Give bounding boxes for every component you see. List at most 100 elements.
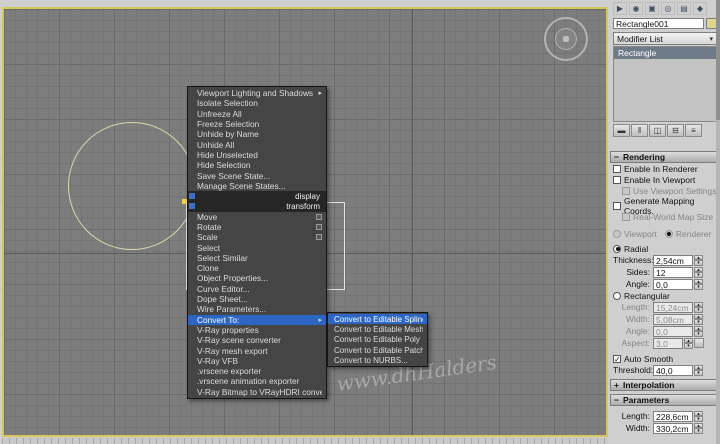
menu-item-curve-editor[interactable]: Curve Editor... (188, 284, 326, 294)
pin-stack-icon[interactable]: ▬ (613, 124, 630, 137)
menu-item-label: Convert to Editable Mesh (334, 325, 423, 334)
show-end-result-icon[interactable]: ‖ (631, 124, 648, 137)
viewport-radio-icon[interactable] (613, 230, 621, 238)
sides-field[interactable]: 12 (653, 267, 693, 278)
angle-field[interactable]: 0,0 (653, 279, 693, 290)
submenu-item-editable-mesh[interactable]: Convert to Editable Mesh (328, 324, 427, 334)
rotate-settings-icon[interactable] (316, 224, 322, 230)
menu-item-select-similar[interactable]: Select Similar (188, 253, 326, 263)
generate-mapping-coords-checkbox[interactable]: Generate Mapping Coords. (610, 200, 720, 211)
interpolation-rollout-header[interactable]: + Interpolation (610, 379, 720, 391)
field-label: Width: (613, 423, 653, 433)
auto-smooth-checkbox[interactable]: Auto Smooth (610, 353, 720, 364)
threshold-field[interactable]: 40,0 (653, 365, 693, 376)
spinner-down-icon[interactable]: ▾ (694, 260, 703, 266)
radio-label: Radial (624, 244, 648, 254)
create-tab-icon[interactable]: ▶ (613, 2, 627, 15)
thickness-field[interactable]: 2,54cm (653, 255, 693, 266)
menu-item-wire-parameters[interactable]: Wire Parameters... (188, 304, 326, 314)
make-unique-icon[interactable]: ◫ (649, 124, 666, 137)
checkbox-icon (613, 355, 621, 363)
motion-tab-icon[interactable]: ◎ (661, 2, 675, 15)
menu-item-vray-mesh-export[interactable]: V-Ray mesh export (188, 345, 326, 355)
menu-item-vray-properties[interactable]: V-Ray properties (188, 325, 326, 335)
configure-modifier-sets-icon[interactable]: ≡ (685, 124, 702, 137)
track-bar[interactable] (2, 438, 608, 444)
chevron-down-icon: ▾ (709, 35, 713, 43)
spinner-down-icon: ▾ (694, 307, 703, 313)
scale-settings-icon[interactable] (316, 234, 322, 240)
parameters-rollout-header[interactable]: − Parameters (610, 394, 720, 406)
spinner-arrows[interactable]: ▴▾ (694, 411, 703, 422)
menu-item-select[interactable]: Select (188, 242, 326, 252)
display-tab-icon[interactable]: ▤ (677, 2, 691, 15)
menu-item-unhide-by-name[interactable]: Unhide by Name (188, 129, 326, 139)
menu-item-vray-vfb[interactable]: V-Ray VFB (188, 356, 326, 366)
menu-item-convert-to[interactable]: Convert To: ▸ (188, 315, 326, 325)
spinner-down-icon[interactable]: ▾ (694, 370, 703, 376)
spinner-down-icon[interactable]: ▾ (694, 284, 703, 290)
menu-item-hide-unselected[interactable]: Hide Unselected (188, 150, 326, 160)
modifier-list-dropdown[interactable]: Modifier List ▾ (613, 32, 717, 45)
spinner-arrows[interactable]: ▴▾ (694, 423, 703, 434)
submenu-item-editable-poly[interactable]: Convert to Editable Poly (328, 335, 427, 345)
menu-item-unhide-all[interactable]: Unhide All (188, 139, 326, 149)
radial-radio[interactable]: Radial (610, 243, 720, 254)
menu-item-clone[interactable]: Clone (188, 263, 326, 273)
panel-scrollbar[interactable] (716, 0, 720, 444)
menu-item-vray-scene-converter[interactable]: V-Ray scene converter (188, 335, 326, 345)
menu-item-move[interactable]: Move (188, 212, 326, 222)
menu-item-label: Curve Editor... (197, 284, 322, 294)
convert-to-submenu: Convert to Editable Spline Convert to Ed… (327, 312, 428, 367)
submenu-item-editable-spline[interactable]: Convert to Editable Spline (328, 314, 427, 324)
menu-item-label: V-Ray mesh export (197, 346, 322, 356)
view-navigation-gizmo[interactable] (544, 17, 588, 61)
spinner-arrows[interactable]: ▴▾ (694, 279, 703, 290)
menu-item-vrscene-animation-exporter[interactable]: .vrscene animation exporter (188, 376, 326, 386)
param-width-field[interactable]: 330,2cm (653, 423, 693, 434)
menu-item-vrscene-exporter[interactable]: .vrscene exporter (188, 366, 326, 376)
menu-item-scale[interactable]: Scale (188, 232, 326, 242)
menu-item-hide-selection[interactable]: Hide Selection (188, 160, 326, 170)
menu-item-rotate[interactable]: Rotate (188, 222, 326, 232)
remove-modifier-icon[interactable]: ⊟ (667, 124, 684, 137)
spinner-down-icon[interactable]: ▾ (694, 416, 703, 422)
angle2-spinner-row: Angle: 0,0 ▴▾ (610, 325, 720, 337)
param-length-field[interactable]: 228,6cm (653, 411, 693, 422)
spinner-down-icon[interactable]: ▾ (694, 428, 703, 434)
angle-spinner-row: Angle: 0,0 ▴▾ (610, 278, 720, 290)
rectangular-radio[interactable]: Rectangular (610, 290, 720, 301)
aspect-field: 3,0 (653, 338, 683, 349)
menu-item-label: Convert To: (197, 315, 316, 325)
spinner-arrows[interactable]: ▴▾ (694, 267, 703, 278)
modify-tab-icon[interactable]: ◉ (629, 2, 643, 15)
submenu-item-editable-patch[interactable]: Convert to Editable Patch (328, 345, 427, 355)
menu-item-unfreeze-all[interactable]: Unfreeze All (188, 109, 326, 119)
menu-item-label: Object Properties... (197, 273, 322, 283)
renderer-radio-icon[interactable] (665, 230, 673, 238)
hierarchy-tab-icon[interactable]: ▣ (645, 2, 659, 15)
rendering-rollout-header[interactable]: − Rendering (610, 151, 720, 163)
spinner-arrows[interactable]: ▴▾ (694, 365, 703, 376)
submenu-item-nurbs[interactable]: Convert to NURBS... (328, 355, 427, 365)
utilities-tab-icon[interactable]: ◆ (693, 2, 707, 15)
scrollbar-thumb[interactable] (716, 0, 720, 120)
enable-in-renderer-checkbox[interactable]: Enable In Renderer (610, 163, 720, 174)
menu-item-isolate-selection[interactable]: Isolate Selection (188, 98, 326, 108)
field-label: Threshold: (613, 365, 653, 375)
menu-item-save-scene-state[interactable]: Save Scene State... (188, 170, 326, 180)
circle-spline-shape[interactable] (68, 122, 196, 250)
menu-item-vray-bitmap-converter[interactable]: V-Ray Bitmap to VRayHDRI converter (188, 387, 326, 397)
move-settings-icon[interactable] (316, 214, 322, 220)
menu-item-label: Hide Selection (197, 160, 322, 170)
menu-item-viewport-lighting[interactable]: Viewport Lighting and Shadows ▸ (188, 88, 326, 98)
menu-item-dope-sheet[interactable]: Dope Sheet... (188, 294, 326, 304)
enable-in-viewport-checkbox[interactable]: Enable In Viewport (610, 174, 720, 185)
object-name-field[interactable]: Rectangle001 (613, 18, 704, 29)
spinner-arrows[interactable]: ▴▾ (694, 255, 703, 266)
spinner-down-icon[interactable]: ▾ (694, 272, 703, 278)
menu-item-object-properties[interactable]: Object Properties... (188, 273, 326, 283)
stack-item-rectangle[interactable]: Rectangle (614, 47, 716, 59)
menu-item-freeze-selection[interactable]: Freeze Selection (188, 119, 326, 129)
menu-item-manage-scene-states[interactable]: Manage Scene States... (188, 181, 326, 191)
